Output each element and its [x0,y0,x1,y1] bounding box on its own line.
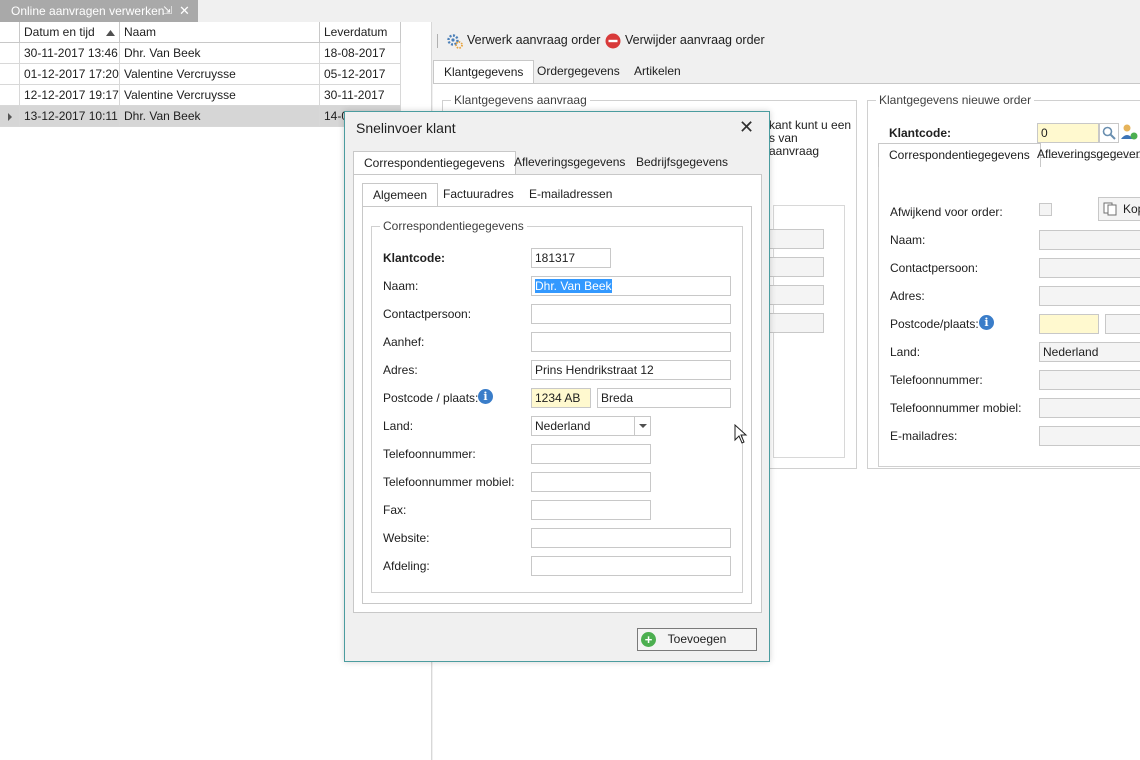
cell-datum: 12-12-2017 19:17 [20,85,120,106]
order-mobiel-field[interactable] [1039,398,1140,418]
naam-input[interactable]: Dhr. Van Beek [531,276,731,296]
grid-indicator-header [0,22,20,43]
table-row[interactable]: 12-12-2017 19:17 Valentine Vercruysse 30… [0,85,401,106]
toolbar: Verwerk aanvraag order Verwijder aanvraa… [433,22,1140,56]
copy-icon [1103,202,1117,216]
table-row[interactable]: 30-11-2017 13:46 Dhr. Van Beek 18-08-201… [0,43,401,64]
info-icon[interactable]: i [979,315,994,330]
add-button[interactable]: + Toevoegen [637,628,757,651]
delete-request-button[interactable]: Verwijder aanvraag order [605,31,765,51]
afdeling-input[interactable] [531,556,731,576]
close-icon[interactable]: ✕ [179,0,190,22]
afwijkend-checkbox[interactable] [1039,203,1052,216]
close-icon[interactable]: ✕ [739,117,754,138]
mobiel-input[interactable] [531,472,651,492]
chevron-down-icon[interactable] [634,417,650,435]
cell-naam: Dhr. Van Beek [120,43,320,64]
process-request-button[interactable]: Verwerk aanvraag order [447,31,600,51]
row-indicator-icon [8,113,12,121]
document-tab[interactable]: Online aanvragen verwerken ⇲ ✕ [0,0,198,22]
correspondentie-group-title: Correspondentiegegevens [380,219,527,233]
contactpersoon-input[interactable] [531,304,731,324]
dialog-title: Snelinvoer klant [356,120,456,136]
adres-input[interactable]: Prins Hendrikstraat 12 [531,360,731,380]
new-customer-button[interactable] [1120,123,1140,143]
klantcode-label: Klantcode: [889,126,952,140]
document-tab-strip: Online aanvragen verwerken ⇲ ✕ [0,0,1140,22]
column-header-leverdatum[interactable]: Leverdatum [320,22,401,43]
search-button[interactable] [1099,123,1119,143]
dialog-tab-panel: Algemeen Factuuradres E-mailadressen Cor… [353,174,762,613]
column-header-naam[interactable]: Naam [120,22,320,43]
correspondentie-group: Correspondentiegegevens Klantcode: 18131… [371,219,743,593]
tab-aflevering-order[interactable]: Afleveringsgegevens [1027,143,1140,167]
info-icon[interactable]: i [478,389,493,404]
aanhef-input[interactable] [531,332,731,352]
sort-ascending-icon [106,30,115,36]
add-user-icon [1121,124,1138,140]
subtab-factuuradres[interactable]: Factuuradres [433,183,524,207]
cell-datum: 13-12-2017 10:11 [20,106,120,127]
tab-correspondentiegegevens[interactable]: Correspondentiegegevens [353,151,516,175]
cell-leverdatum: 05-12-2017 [320,64,401,85]
tab-correspondentie-order[interactable]: Correspondentiegegevens [878,143,1041,167]
nieuwe-order-group-title: Klantgegevens nieuwe order [876,93,1035,107]
pin-icon[interactable]: ⇲ [163,0,172,22]
postcode-input[interactable]: 1234 AB [531,388,591,408]
subtab-algemeen[interactable]: Algemeen [362,183,439,207]
cell-naam: Valentine Vercruysse [120,64,320,85]
tab-bedrijfsgegevens[interactable]: Bedrijfsgegevens [626,151,738,175]
cell-leverdatum: 18-08-2017 [320,43,401,64]
tab-ordergegevens[interactable]: Ordergegevens [527,60,630,84]
order-land-field[interactable]: Nederland [1039,342,1140,362]
algemeen-panel: Correspondentiegegevens Klantcode: 18131… [362,206,752,604]
cell-leverdatum: 30-11-2017 [320,85,401,106]
main-tabs: Klantgegevens Ordergegevens Artikelen [433,60,1140,84]
order-naam-field[interactable] [1039,230,1140,250]
nieuwe-order-group: Klantgegevens nieuwe order Klantcode: 0 … [867,93,1140,469]
plus-icon: + [641,632,656,647]
aanvraag-group-title: Klantgegevens aanvraag [451,93,590,107]
order-tel-field[interactable] [1039,370,1140,390]
klantcode-input[interactable]: 181317 [531,248,611,268]
cell-naam: Dhr. Van Beek [120,106,320,127]
order-contact-field[interactable] [1039,258,1140,278]
order-postcode-field[interactable] [1039,314,1099,334]
cell-datum: 01-12-2017 17:20 [20,64,120,85]
gears-icon [447,34,463,49]
copy-button[interactable]: Kop [1098,197,1140,221]
mouse-cursor-icon [734,424,748,444]
klantcode-field[interactable]: 0 [1037,123,1099,143]
website-input[interactable] [531,528,731,548]
telefoon-input[interactable] [531,444,651,464]
table-row-selected[interactable]: 13-12-2017 10:11 Dhr. Van Beek 14-0 [0,106,401,127]
grid-header: Datum en tijd Naam Leverdatum [0,22,401,43]
land-select[interactable]: Nederland [531,416,651,436]
search-icon [1102,126,1116,140]
order-email-field[interactable] [1039,426,1140,446]
plaats-input[interactable]: Breda [597,388,731,408]
snelinvoer-klant-dialog: Snelinvoer klant ✕ Correspondentiegegeve… [344,111,770,662]
column-header-datum[interactable]: Datum en tijd [20,22,120,43]
order-adres-field[interactable] [1039,286,1140,306]
document-tab-title: Online aanvragen verwerken [11,4,165,18]
tab-afleveringsgegevens[interactable]: Afleveringsgegevens [504,151,635,175]
tab-artikelen[interactable]: Artikelen [624,60,691,84]
cell-naam: Valentine Vercruysse [120,85,320,106]
table-row[interactable]: 01-12-2017 17:20 Valentine Vercruysse 05… [0,64,401,85]
no-entry-icon [605,33,621,49]
tab-klantgegevens[interactable]: Klantgegevens [433,60,535,84]
subtab-emailadressen[interactable]: E-mailadressen [519,183,622,207]
order-plaats-field[interactable] [1105,314,1140,334]
fax-input[interactable] [531,500,651,520]
cell-datum: 30-11-2017 13:46 [20,43,120,64]
